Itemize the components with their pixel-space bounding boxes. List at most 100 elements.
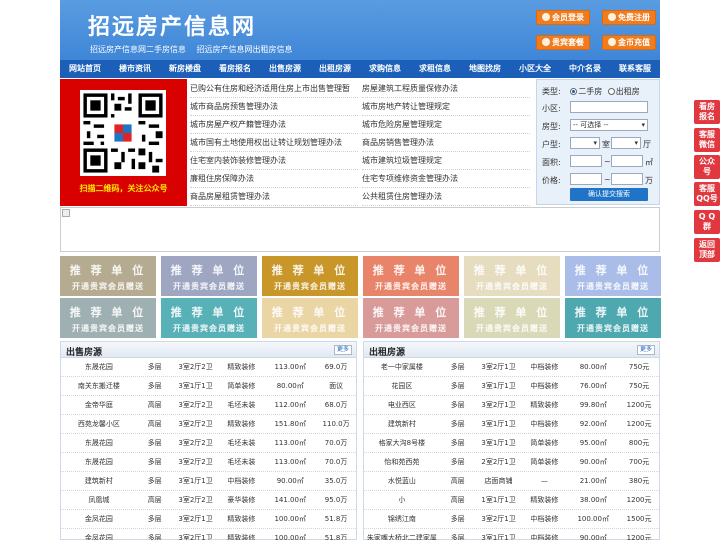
side-service-qq[interactable]: 客服 QQ号 — [694, 182, 720, 206]
listing-row[interactable]: 怡和苑西苑 多层 2室2厅1卫 简单装修 90.00㎡ 700元 — [364, 453, 659, 472]
listing-row[interactable]: 建筑新村 多层 3室1厅1卫 中档装修 90.00㎡ 35.0万 — [61, 472, 356, 491]
listing-row[interactable]: 电业西区 多层 3室2厅1卫 精致装修 99.80㎡ 1200元 — [364, 396, 659, 415]
policy-link[interactable]: 城市建筑垃圾管理规定 — [362, 152, 530, 170]
side-viewing-signup[interactable]: 看房 报名 — [694, 100, 720, 124]
policy-link[interactable]: 城市商品房预售管理办法 — [190, 98, 358, 116]
community-input[interactable] — [570, 101, 648, 113]
nav-news[interactable]: 楼市资讯 — [110, 60, 160, 78]
listing-community[interactable]: 水悦蓝山 — [364, 472, 440, 490]
listing-row[interactable]: 朱家嘴大桥北二建家属 多层 3室1厅1卫 中档装修 90.00㎡ 1200元 — [364, 529, 659, 540]
policy-link[interactable]: 城市国有土地使用权出让转让规划管理办法 — [190, 134, 358, 152]
policy-link[interactable]: 商品房屋租赁管理办法 — [190, 188, 358, 206]
listing-row[interactable]: 东晟花园 多层 3室2厅2卫 毛坯未装 113.00㎡ 70.0万 — [61, 434, 356, 453]
policy-link[interactable]: 已购公有住房和经济适用住房上市出售管理暂 — [190, 80, 358, 98]
nav-communities[interactable]: 小区大全 — [510, 60, 560, 78]
recharge-button[interactable]: 金币充值 — [602, 35, 656, 50]
nav-home[interactable]: 网站首页 — [60, 60, 110, 78]
banner-ad[interactable] — [60, 207, 660, 252]
listing-row[interactable]: 西苑龙馨小区 高层 3室2厅2卫 精致装修 151.80㎡ 110.0万 — [61, 415, 356, 434]
radio-rent[interactable]: 出租房 — [607, 87, 640, 96]
nav-support[interactable]: 联系客服 — [610, 60, 660, 78]
listing-row[interactable]: 锦绣江南 多层 3室2厅1卫 中档装修 100.00㎡ 1500元 — [364, 510, 659, 529]
listing-community[interactable]: 金帝华庭 — [61, 396, 137, 414]
recommended-unit-ad[interactable]: 推 荐 单 位开通贵宾会员赠送 — [262, 298, 358, 338]
recommended-unit-ad[interactable]: 推 荐 单 位开通贵宾会员赠送 — [60, 256, 156, 296]
listing-row[interactable]: 花园区 多层 3室1厅1卫 中档装修 76.00㎡ 750元 — [364, 377, 659, 396]
policy-link[interactable]: 房屋建筑工程质量保修办法 — [362, 80, 530, 98]
policy-link[interactable]: 廉租住房保障办法 — [190, 170, 358, 188]
register-button[interactable]: 免费注册 — [602, 10, 656, 25]
listing-row[interactable]: 金帝华庭 高层 3室2厅2卫 毛坯未装 112.00㎡ 68.0万 — [61, 396, 356, 415]
side-qq-group[interactable]: Q Q群 — [694, 210, 720, 234]
listing-row[interactable]: 东晟花园 多层 3室2厅2卫 毛坯未装 113.00㎡ 70.0万 — [61, 453, 356, 472]
listing-community[interactable]: 南关东搬迁楼 — [61, 377, 137, 395]
area-max-input[interactable] — [611, 155, 643, 167]
listing-row[interactable]: 格家大沟8号楼 多层 3室1厅1卫 简单装修 95.00㎡ 800元 — [364, 434, 659, 453]
side-service-wechat[interactable]: 客服 微信 — [694, 128, 720, 152]
listing-row[interactable]: 金凤花园 多层 3室2厅1卫 精致装修 100.00㎡ 51.8万 — [61, 510, 356, 529]
recommended-unit-ad[interactable]: 推 荐 单 位开通贵宾会员赠送 — [262, 256, 358, 296]
recommended-unit-ad[interactable]: 推 荐 单 位开通贵宾会员赠送 — [161, 256, 257, 296]
listing-row[interactable]: 南关东搬迁楼 多层 3室1厅1卫 简单装修 80.00㎡ 面议 — [61, 377, 356, 396]
recommended-unit-ad[interactable]: 推 荐 单 位开通贵宾会员赠送 — [464, 256, 560, 296]
nav-want-rent[interactable]: 求租信息 — [410, 60, 460, 78]
listing-community[interactable]: 金凤花园 — [61, 529, 137, 540]
housetype-select[interactable]: -- 可选择 -- — [570, 119, 648, 131]
rent-more-button[interactable]: 更多 — [636, 345, 655, 355]
policy-link[interactable]: 公共租赁住房管理办法 — [362, 188, 530, 206]
listing-community[interactable]: 小 — [364, 491, 440, 509]
listing-community[interactable]: 怡和苑西苑 — [364, 453, 440, 471]
listing-community[interactable]: 锦绣江南 — [364, 510, 440, 528]
listing-community[interactable]: 老一中家属楼 — [364, 358, 440, 376]
site-title[interactable]: 招远房产信息网 — [88, 9, 256, 41]
policy-link[interactable]: 住宅室内装饰装修管理办法 — [190, 152, 358, 170]
listing-row[interactable]: 东晟花园 多层 3室2厅2卫 精致装修 113.00㎡ 69.0万 — [61, 358, 356, 377]
nav-viewing[interactable]: 看房报名 — [210, 60, 260, 78]
nav-sale[interactable]: 出售房源 — [260, 60, 310, 78]
listing-row[interactable]: 金凤花园 多层 3室2厅1卫 精致装修 100.00㎡ 51.8万 — [61, 529, 356, 540]
search-submit-button[interactable]: 确认提交搜索 — [570, 188, 648, 201]
nav-map[interactable]: 地图找房 — [460, 60, 510, 78]
listing-community[interactable]: 朱家嘴大桥北二建家属 — [364, 529, 440, 540]
policy-link[interactable]: 城市房地产转让管理规定 — [362, 98, 530, 116]
recommended-unit-ad[interactable]: 推 荐 单 位开通贵宾会员赠送 — [565, 256, 661, 296]
vip-package-button[interactable]: 贵宾套餐 — [536, 35, 590, 50]
listing-community[interactable]: 格家大沟8号楼 — [364, 434, 440, 452]
recommended-unit-ad[interactable]: 推 荐 单 位开通贵宾会员赠送 — [363, 298, 459, 338]
recommended-unit-ad[interactable]: 推 荐 单 位开通贵宾会员赠送 — [60, 298, 156, 338]
side-official-account[interactable]: 公众号 — [694, 155, 720, 179]
listing-community[interactable]: 建筑新村 — [364, 415, 440, 433]
radio-sale[interactable]: 二手房 — [570, 87, 602, 96]
listing-row[interactable]: 水悦蓝山 高层 店面商铺 — 21.00㎡ 380元 — [364, 472, 659, 491]
listing-row[interactable]: 建筑新村 多层 3室1厅1卫 中档装修 92.00㎡ 1200元 — [364, 415, 659, 434]
listing-community[interactable]: 电业西区 — [364, 396, 440, 414]
nav-agents[interactable]: 中介名录 — [560, 60, 610, 78]
side-back-to-top[interactable]: 返回 顶部 — [694, 238, 720, 262]
policy-link[interactable]: 城市危险房屋管理规定 — [362, 116, 530, 134]
nav-want-buy[interactable]: 求购信息 — [360, 60, 410, 78]
price-max-input[interactable] — [611, 173, 643, 185]
listing-community[interactable]: 花园区 — [364, 377, 440, 395]
recommended-unit-ad[interactable]: 推 荐 单 位开通贵宾会员赠送 — [565, 298, 661, 338]
listing-community[interactable]: 东晟花园 — [61, 434, 137, 452]
sale-more-button[interactable]: 更多 — [333, 345, 352, 355]
policy-link[interactable]: 城市房屋产权产籍管理办法 — [190, 116, 358, 134]
subtitle-rent[interactable]: 招远房产信息网出租房信息 — [197, 45, 293, 54]
policy-link[interactable]: 住宅专项维修资金管理办法 — [362, 170, 530, 188]
area-min-input[interactable] — [570, 155, 602, 167]
listing-community[interactable]: 西苑龙馨小区 — [61, 415, 137, 433]
policy-link[interactable]: 商品房销售管理办法 — [362, 134, 530, 152]
listing-row[interactable]: 凤凰城 高层 3室2厅2卫 豪华装修 141.00㎡ 95.0万 — [61, 491, 356, 510]
nav-rent[interactable]: 出租房源 — [310, 60, 360, 78]
recommended-unit-ad[interactable]: 推 荐 单 位开通贵宾会员赠送 — [161, 298, 257, 338]
room-select[interactable] — [570, 137, 600, 149]
hall-select[interactable] — [611, 137, 641, 149]
nav-new-homes[interactable]: 新房楼盘 — [160, 60, 210, 78]
price-min-input[interactable] — [570, 173, 602, 185]
listing-community[interactable]: 东晟花园 — [61, 358, 137, 376]
recommended-unit-ad[interactable]: 推 荐 单 位开通贵宾会员赠送 — [363, 256, 459, 296]
listing-row[interactable]: 小 高层 1室1厅1卫 精致装修 38.00㎡ 1200元 — [364, 491, 659, 510]
listing-row[interactable]: 老一中家属楼 多层 3室2厅1卫 中档装修 80.00㎡ 750元 — [364, 358, 659, 377]
recommended-unit-ad[interactable]: 推 荐 单 位开通贵宾会员赠送 — [464, 298, 560, 338]
listing-community[interactable]: 凤凰城 — [61, 491, 137, 509]
